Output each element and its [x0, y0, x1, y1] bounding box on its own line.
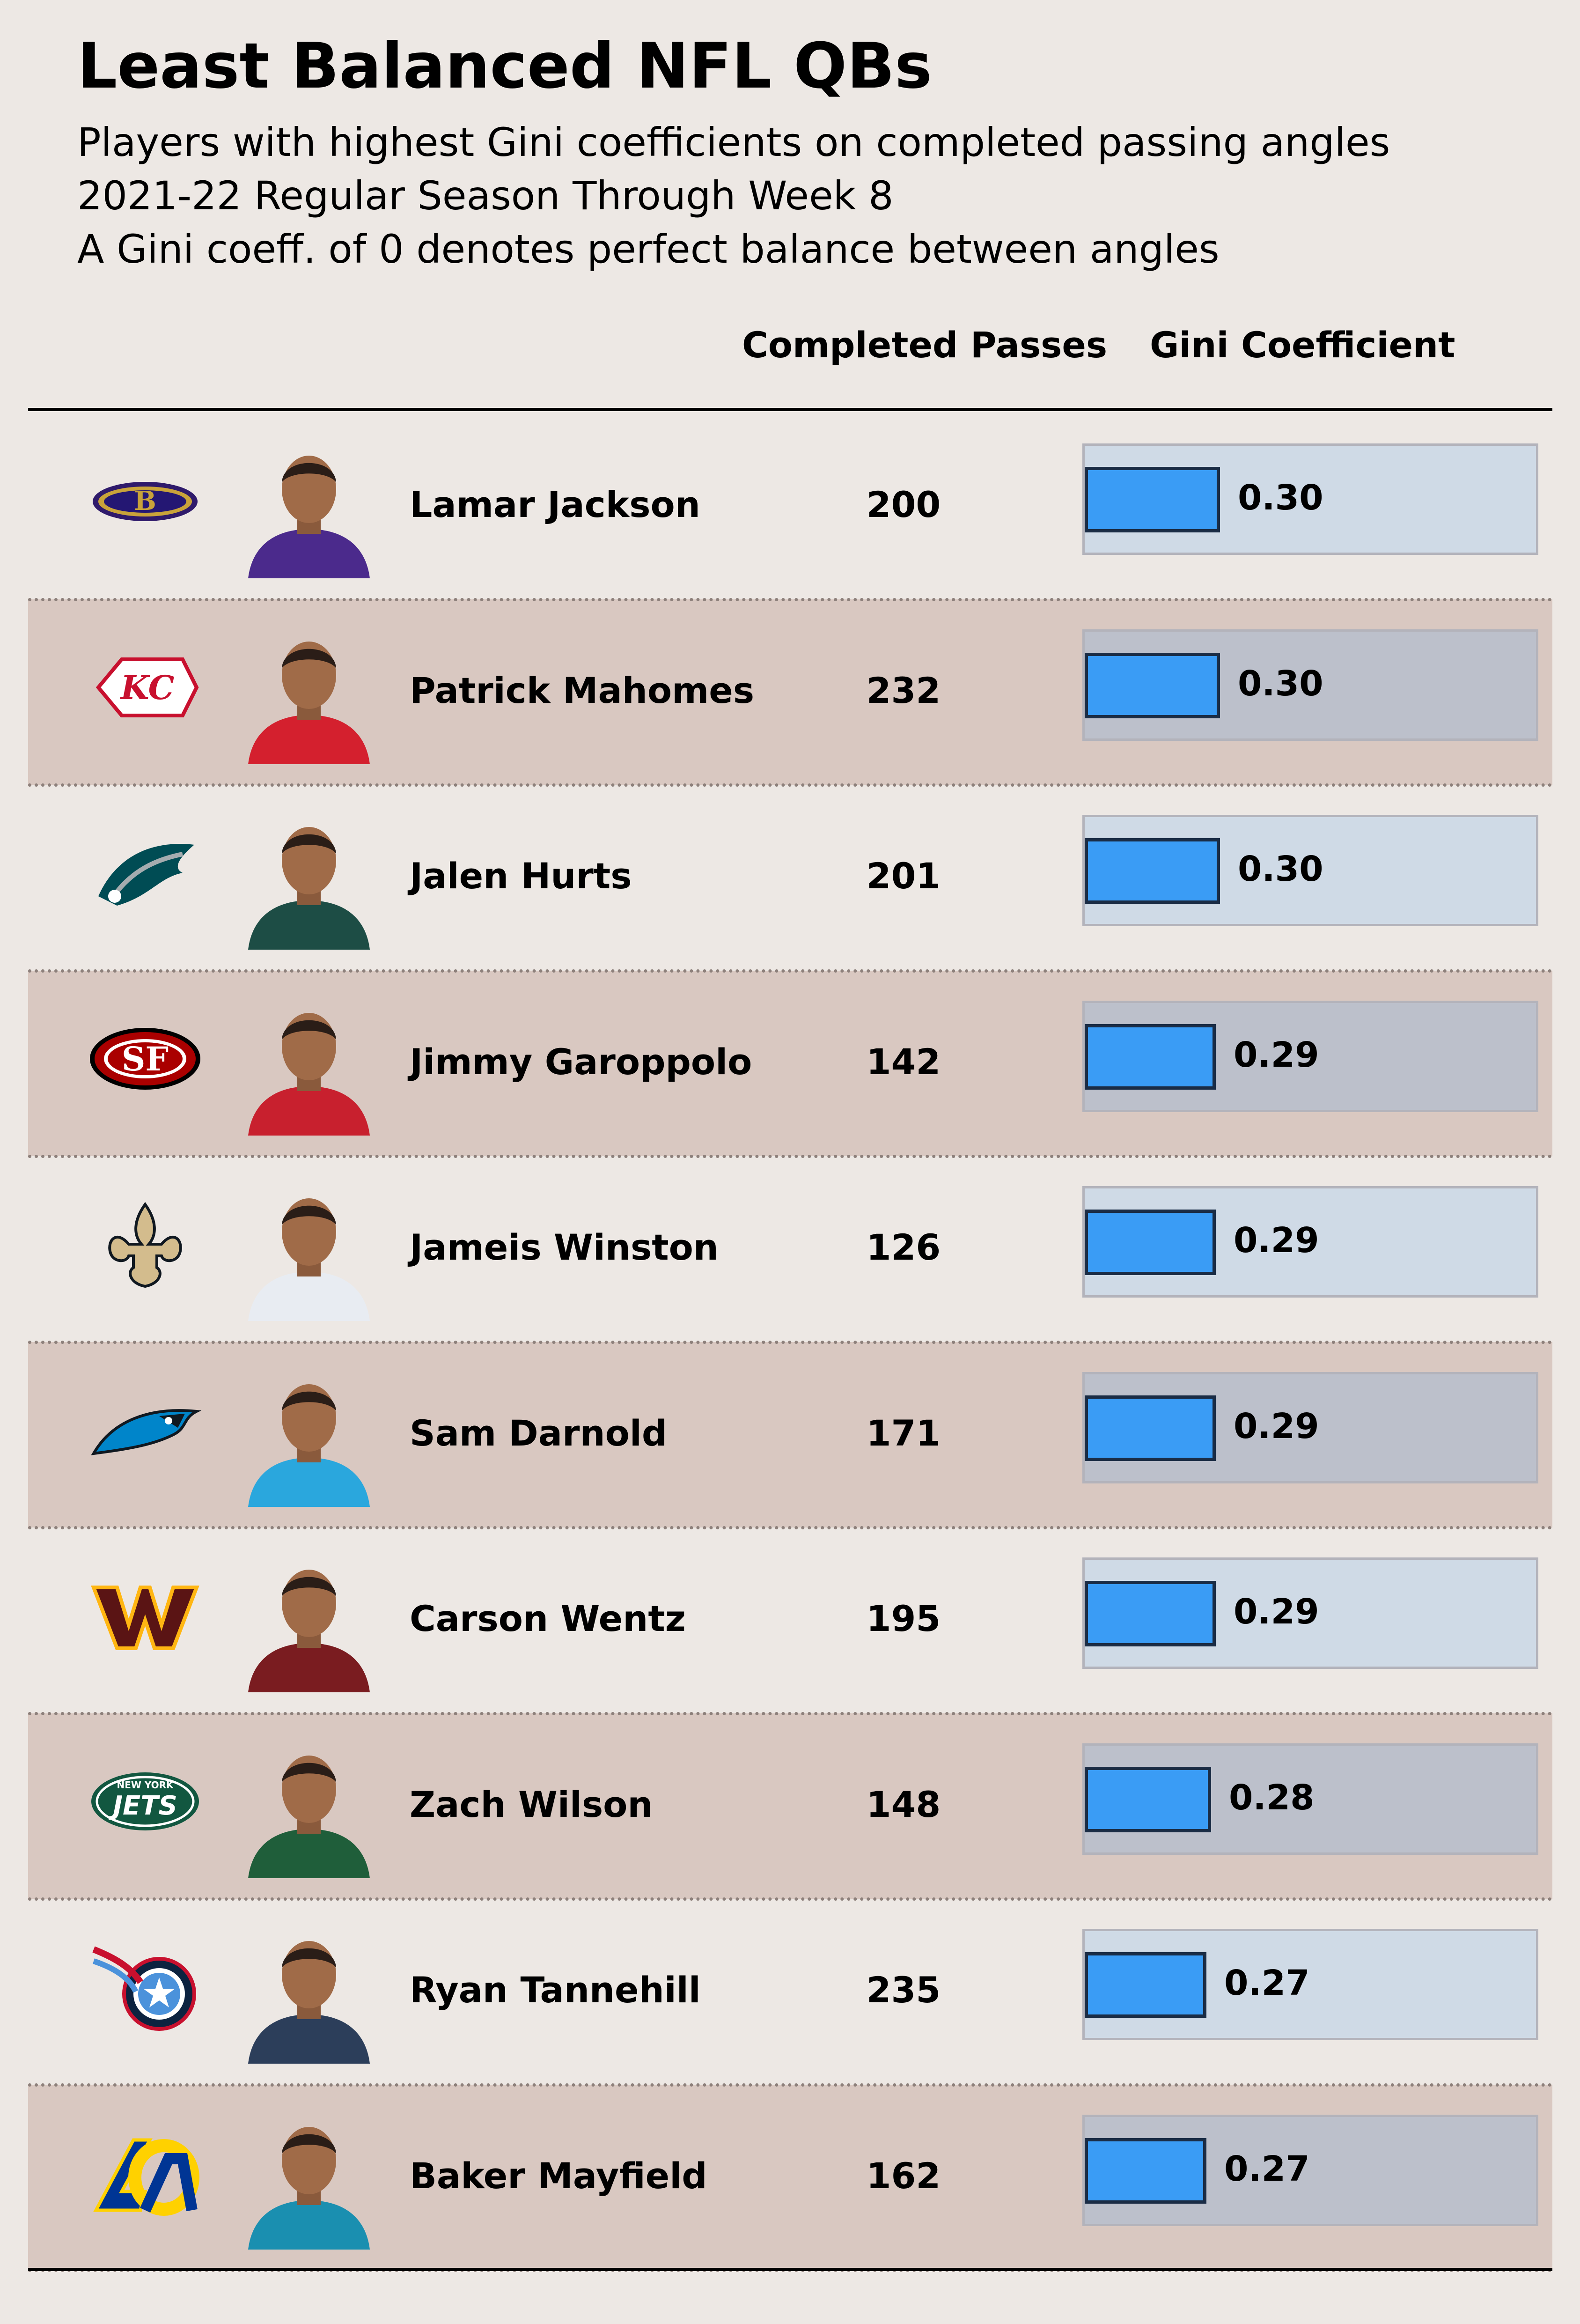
- player-name: Lamar Jackson: [410, 484, 700, 525]
- footer-rule: [28, 2268, 1552, 2271]
- gini-bar: [1085, 2138, 1206, 2204]
- gini-value-label: 0.29: [1234, 1592, 1319, 1632]
- player-headshot: [248, 1941, 370, 2064]
- gini-value-label: 0.30: [1238, 478, 1323, 518]
- gini-bar-track: 0.30: [1082, 815, 1538, 926]
- gini-bar-track: 0.27: [1082, 2114, 1538, 2226]
- gini-bar: [1085, 1581, 1216, 1646]
- table-row: NEW YORK JETS Zach Wilson 148 0.28: [28, 1712, 1552, 1901]
- gini-bar: [1085, 467, 1220, 532]
- table-row: SF Jimmy Garoppolo 142 0.29: [28, 969, 1552, 1158]
- table-row: Baker Mayfield 162 0.27: [28, 2083, 1552, 2272]
- player-name: Baker Mayfield: [410, 2154, 707, 2197]
- gini-value-label: 0.29: [1234, 1220, 1319, 1261]
- player-name: Jimmy Garoppolo: [410, 1040, 752, 1083]
- gini-bar-track: 0.30: [1082, 629, 1538, 741]
- washington-logo-icon: [91, 1586, 199, 1650]
- subtitle-line-2: 2021-22 Regular Season Through Week 8: [77, 173, 894, 219]
- completed-passes-value: 142: [866, 1040, 941, 1083]
- player-headshot: [248, 1012, 370, 1136]
- svg-text:KC: KC: [120, 668, 175, 707]
- gini-value-label: 0.27: [1224, 1963, 1310, 2003]
- gini-bar-track: 0.29: [1082, 1557, 1538, 1669]
- player-name: Jalen Hurts: [410, 855, 632, 897]
- gini-bar: [1085, 652, 1220, 718]
- header-rule: [28, 408, 1552, 411]
- table-row: B Lamar Jackson 200 0.30: [28, 413, 1552, 599]
- gini-bar-track: 0.29: [1082, 1186, 1538, 1298]
- player-headshot: [248, 827, 370, 950]
- player-name: Patrick Mahomes: [410, 669, 755, 711]
- player-name: Zach Wilson: [410, 1783, 653, 1825]
- gini-bar-track: 0.28: [1082, 1743, 1538, 1855]
- titans-logo-icon: [92, 1946, 196, 2031]
- 49ers-logo-icon: SF: [90, 1027, 200, 1090]
- table-row: Carson Wentz 195 0.29: [28, 1527, 1552, 1713]
- ravens-logo-icon: B: [93, 482, 198, 521]
- svg-text:B: B: [134, 486, 156, 516]
- table-row: Ryan Tannehill 235 0.27: [28, 1899, 1552, 2084]
- gini-bar-track: 0.29: [1082, 1372, 1538, 1483]
- table-row: Sam Darnold 171 0.29: [28, 1340, 1552, 1529]
- saints-logo-icon: [108, 1202, 182, 1288]
- player-headshot: [248, 456, 370, 578]
- gini-value-label: 0.29: [1234, 1406, 1319, 1446]
- completed-passes-value: 162: [866, 2154, 941, 2197]
- gini-bar-track: 0.27: [1082, 1929, 1538, 2040]
- svg-text:JETS: JETS: [108, 1791, 177, 1821]
- column-header-gini: Gini Coefficient: [1150, 324, 1455, 366]
- completed-passes-value: 126: [866, 1226, 941, 1268]
- player-name: Carson Wentz: [410, 1598, 686, 1639]
- completed-passes-value: 148: [866, 1783, 941, 1825]
- column-header-passes: Completed Passes: [742, 324, 1108, 366]
- eagles-logo-icon: [98, 844, 194, 906]
- gini-value-label: 0.27: [1224, 2148, 1310, 2189]
- gini-bar-track: 0.30: [1082, 443, 1538, 555]
- table-row: KC Patrick Mahomes 232 0.30: [28, 598, 1552, 787]
- gini-value-label: 0.30: [1238, 663, 1323, 704]
- player-headshot: [248, 1384, 370, 1507]
- completed-passes-value: 235: [866, 1969, 941, 2011]
- gini-bar-track: 0.29: [1082, 1000, 1538, 1112]
- gini-bar: [1085, 1024, 1216, 1090]
- svg-text:SF: SF: [122, 1040, 169, 1078]
- player-name: Sam Darnold: [410, 1412, 668, 1454]
- subtitle-line-1: Players with highest Gini coefficients o…: [77, 119, 1390, 165]
- jets-logo-icon: NEW YORKJETS: [91, 1772, 199, 1830]
- player-headshot: [248, 641, 370, 764]
- gini-bar: [1085, 838, 1220, 904]
- chiefs-logo-icon: KC: [96, 657, 199, 717]
- panthers-logo-icon: [91, 1409, 201, 1455]
- gini-bar: [1085, 1766, 1211, 1832]
- gini-bar: [1085, 1395, 1216, 1461]
- rams-logo-icon: [93, 2138, 199, 2216]
- completed-passes-value: 201: [866, 855, 941, 897]
- gini-bar: [1085, 1952, 1206, 2018]
- player-headshot: [248, 1755, 370, 1878]
- gini-bar: [1085, 1210, 1216, 1275]
- chart-title: Least Balanced NFL QBs: [77, 30, 932, 103]
- player-name: Jameis Winston: [410, 1226, 719, 1268]
- gini-value-label: 0.29: [1234, 1034, 1319, 1075]
- completed-passes-value: 195: [866, 1598, 941, 1639]
- table-row: Jameis Winston 126 0.29: [28, 1156, 1552, 1342]
- completed-passes-value: 200: [866, 484, 941, 525]
- gini-value-label: 0.30: [1238, 849, 1323, 889]
- completed-passes-value: 232: [866, 669, 941, 711]
- player-headshot: [248, 1198, 370, 1321]
- player-headshot: [248, 2126, 370, 2250]
- table-row: Jalen Hurts 201 0.30: [28, 785, 1552, 970]
- player-name: Ryan Tannehill: [410, 1969, 701, 2011]
- player-headshot: [248, 1570, 370, 1692]
- gini-value-label: 0.28: [1229, 1777, 1315, 1818]
- subtitle-line-3: A Gini coeff. of 0 denotes perfect balan…: [77, 226, 1220, 272]
- svg-text:NEW YORK: NEW YORK: [117, 1779, 174, 1791]
- completed-passes-value: 171: [866, 1412, 941, 1454]
